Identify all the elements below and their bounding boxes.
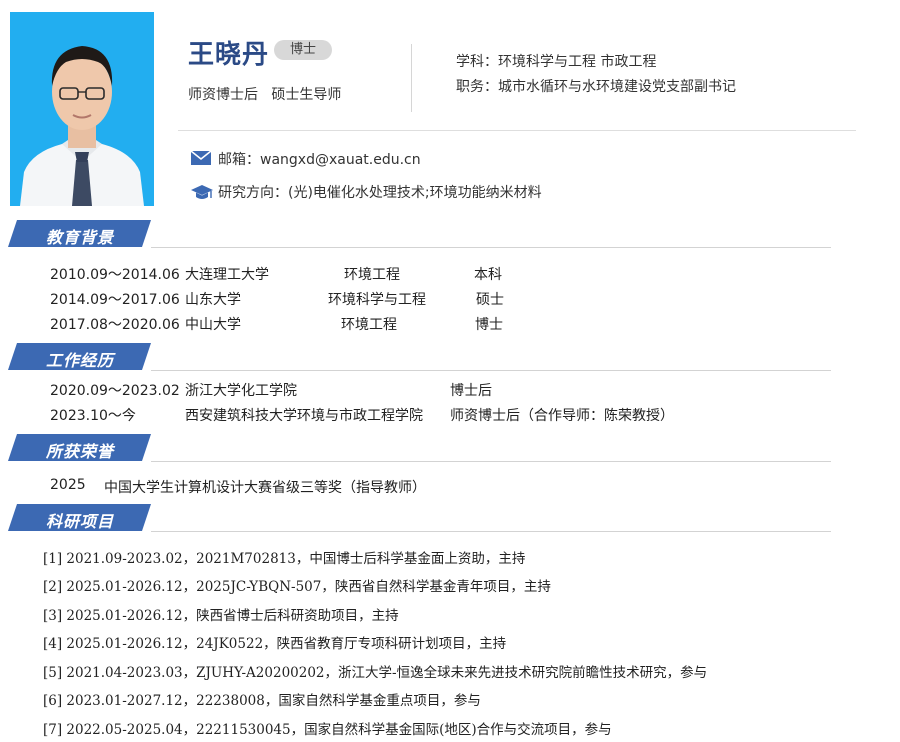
work-org: 浙江大学化工学院 <box>185 383 297 399</box>
edu-period: 2014.09～2017.06 <box>50 292 180 308</box>
honor-year: 2025 <box>50 477 86 493</box>
work-period: 2020.09～2023.02 <box>50 383 180 399</box>
edu-period: 2017.08～2020.06 <box>50 317 180 333</box>
edu-school: 大连理工大学 <box>185 267 269 283</box>
edu-school: 中山大学 <box>185 317 241 333</box>
section-divider <box>151 247 831 248</box>
project-item: [5] 2021.04-2023.03，ZJUHY-A20200202，浙江大学… <box>43 665 708 681</box>
work-period: 2023.10～今 <box>50 408 136 424</box>
project-item: [3] 2025.01-2026.12，陕西省博士后科研资助项目，主持 <box>43 608 399 624</box>
email-row: 邮箱：wangxd@xauat.edu.cn <box>190 149 421 169</box>
work-title: 博士后 <box>450 383 492 399</box>
profile-photo <box>10 12 154 206</box>
section-title-work: 工作经历 <box>46 351 115 370</box>
mail-icon <box>190 150 212 168</box>
position-text: 职务：城市水循环与水环境建设党支部副书记 <box>456 79 736 95</box>
project-item: [2] 2025.01-2026.12，2025JC-YBQN-507，陕西省自… <box>43 579 551 595</box>
header-separator <box>178 130 856 131</box>
section-title-education: 教育背景 <box>46 228 115 247</box>
section-title-honors: 所获荣誉 <box>46 442 115 461</box>
edu-degree: 博士 <box>475 317 503 333</box>
edu-major: 环境工程 <box>344 267 400 283</box>
section-divider <box>151 370 831 371</box>
person-portrait-icon <box>10 12 154 206</box>
edu-school: 山东大学 <box>185 292 241 308</box>
work-org: 西安建筑科技大学环境与市政工程学院 <box>185 408 423 424</box>
discipline-text: 学科：环境科学与工程 市政工程 <box>456 54 657 70</box>
section-title-projects: 科研项目 <box>46 512 115 531</box>
section-divider <box>151 531 831 532</box>
degree-badge: 博士 <box>274 40 332 60</box>
edu-degree: 硕士 <box>476 292 504 308</box>
project-item: [7] 2022.05-2025.04，22211530045，国家自然科学基金… <box>43 722 612 738</box>
graduation-cap-icon <box>190 183 213 201</box>
project-item: [4] 2025.01-2026.12，24JK0522，陕西省教育厅专项科研计… <box>43 636 507 652</box>
section-divider <box>151 461 831 462</box>
project-item: [1] 2021.09-2023.02，2021M702813，中国博士后科学基… <box>43 551 526 567</box>
edu-major: 环境工程 <box>341 317 397 333</box>
project-item: [6] 2023.01-2027.12，22238008，国家自然科学基金重点项… <box>43 693 481 709</box>
work-title: 师资博士后（合作导师：陈荣教授） <box>450 408 674 424</box>
honor-award: 中国大学生计算机设计大赛省级三等奖（指导教师） <box>104 480 426 496</box>
person-name: 王晓丹 <box>188 40 270 70</box>
edu-period: 2010.09～2014.06 <box>50 267 180 283</box>
edu-major: 环境科学与工程 <box>328 292 426 308</box>
email-text[interactable]: 邮箱：wangxd@xauat.edu.cn <box>218 149 421 169</box>
research-text: 研究方向：(光)电催化水处理技术;环境功能纳米材料 <box>218 185 542 201</box>
research-row: 研究方向：(光)电催化水处理技术;环境功能纳米材料 <box>190 182 542 202</box>
edu-degree: 本科 <box>474 267 502 283</box>
person-titles: 师资博士后 硕士生导师 <box>188 87 342 103</box>
header-divider <box>411 44 412 112</box>
